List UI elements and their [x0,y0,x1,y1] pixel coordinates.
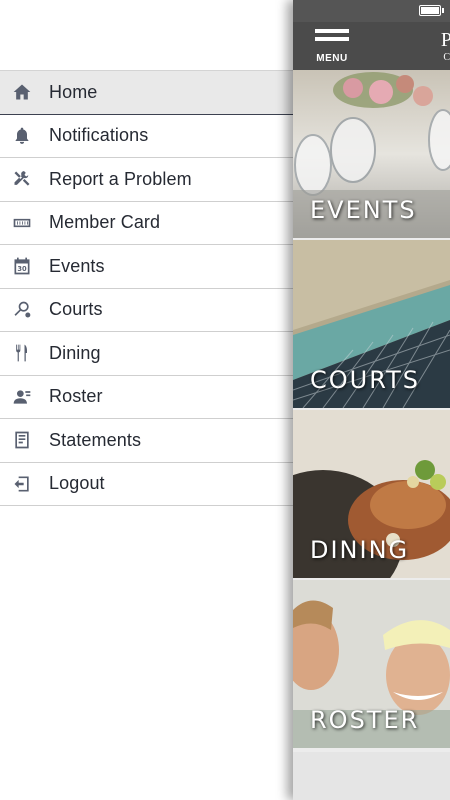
drawer-item-logout[interactable]: Logout [0,463,293,506]
drawer-item-dining[interactable]: Dining [0,332,293,376]
tile-dining[interactable]: DINING [293,410,450,578]
home-icon [11,81,33,103]
statement-icon [11,429,33,451]
calendar-icon: 30 [11,255,33,277]
bell-icon [11,125,33,147]
battery-icon [419,5,444,16]
member-card-icon [11,212,33,234]
drawer-item-label: Courts [49,299,103,320]
drawer-item-events[interactable]: 30 Events [0,245,293,289]
hamburger-icon [315,29,349,33]
drawer-top-spacer [0,0,293,70]
status-bar [293,0,450,22]
drawer-item-courts[interactable]: Courts [0,289,293,332]
hamburger-bar [315,37,349,41]
drawer-item-label: Dining [49,342,101,363]
tile-events-label: EVENTS [310,196,417,224]
tile-events[interactable]: EVENTS [293,70,450,238]
app-logo-sub: C [443,52,450,63]
tile-courts-label: COURTS [310,366,421,394]
tile-next-partial[interactable] [293,752,450,800]
tile-roster[interactable]: ROSTER [293,580,450,748]
tile-roster-label: ROSTER [310,706,420,734]
utensils-icon [11,342,33,364]
menu-button[interactable]: MENU [315,29,349,64]
drawer-item-label: Report a Problem [49,168,192,189]
drawer-item-home[interactable]: Home [0,71,293,115]
drawer-item-member-card[interactable]: Member Card [0,202,293,245]
tile-courts[interactable]: COURTS [293,240,450,408]
drawer-item-roster[interactable]: Roster [0,376,293,419]
tools-icon [11,168,33,190]
drawer-item-label: Logout [49,473,105,494]
menu-button-label: MENU [316,53,348,64]
app-logo: P [440,29,450,51]
app-header: MENU P C [293,22,450,70]
drawer-menu-list: Home Notifications Report a Problem Memb… [0,70,293,506]
tennis-racket-icon [11,299,33,321]
main-content-panel: MENU P C EVENTS COURTS DINING ROSTER [293,0,450,800]
svg-text:30: 30 [17,265,27,273]
drawer-item-report-a-problem[interactable]: Report a Problem [0,158,293,202]
roster-icon [11,386,33,408]
navigation-drawer: Home Notifications Report a Problem Memb… [0,0,293,800]
drawer-item-statements[interactable]: Statements [0,419,293,463]
drawer-item-label: Notifications [49,125,149,146]
logout-icon [11,473,33,495]
drawer-item-label: Statements [49,429,142,450]
drawer-item-label: Home [49,81,98,102]
drawer-item-label: Member Card [49,212,161,233]
drawer-item-notifications[interactable]: Notifications [0,115,293,158]
drawer-item-label: Roster [49,386,103,407]
drawer-item-label: Events [49,255,105,276]
tile-dining-label: DINING [310,536,410,564]
